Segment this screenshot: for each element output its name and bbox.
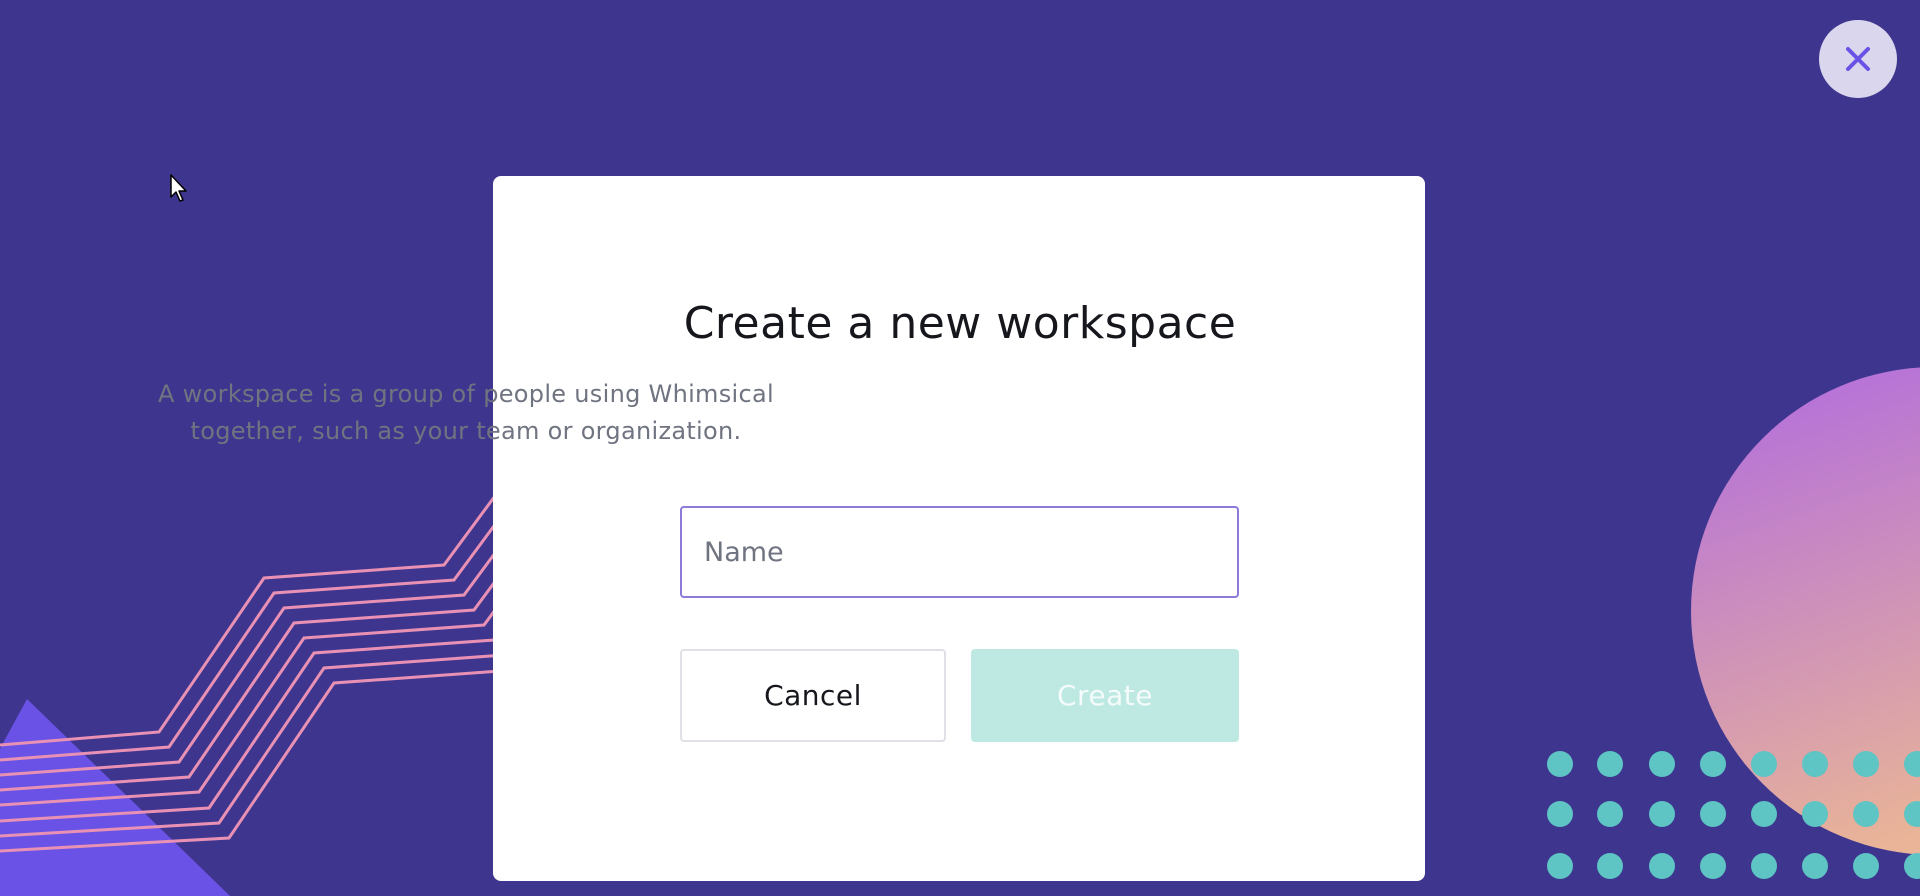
create-button[interactable]: Create (971, 649, 1239, 742)
decorative-dot (1649, 801, 1675, 827)
decorative-dot (1802, 801, 1828, 827)
decorative-dot (1751, 751, 1777, 777)
decorative-dot-grid (1547, 751, 1920, 879)
decorative-dot (1597, 853, 1623, 879)
decorative-dot (1547, 751, 1573, 777)
decorative-dot (1597, 751, 1623, 777)
decorative-circle (1691, 367, 1920, 855)
decorative-dot (1649, 853, 1675, 879)
workspace-name-input[interactable] (680, 506, 1239, 598)
decorative-dot (1700, 801, 1726, 827)
mouse-cursor-icon (170, 174, 187, 202)
decorative-dot (1802, 751, 1828, 777)
decorative-dot (1751, 853, 1777, 879)
close-icon (1846, 47, 1870, 71)
decorative-dot (1853, 853, 1879, 879)
decorative-dot (1547, 801, 1573, 827)
decorative-dot (1853, 801, 1879, 827)
dialog-description: A workspace is a group of people using W… (158, 380, 774, 445)
decorative-dot (1597, 801, 1623, 827)
cancel-button[interactable]: Cancel (680, 649, 946, 742)
decorative-dot (1802, 853, 1828, 879)
decorative-dot (1751, 801, 1777, 827)
decorative-dot (1547, 853, 1573, 879)
decorative-dot (1904, 853, 1920, 879)
dialog-title: Create a new workspace (683, 298, 1237, 349)
decorative-dot (1700, 751, 1726, 777)
decorative-dot (1853, 751, 1879, 777)
decorative-dot (1700, 853, 1726, 879)
close-button[interactable] (1819, 20, 1897, 98)
decorative-dot (1649, 751, 1675, 777)
